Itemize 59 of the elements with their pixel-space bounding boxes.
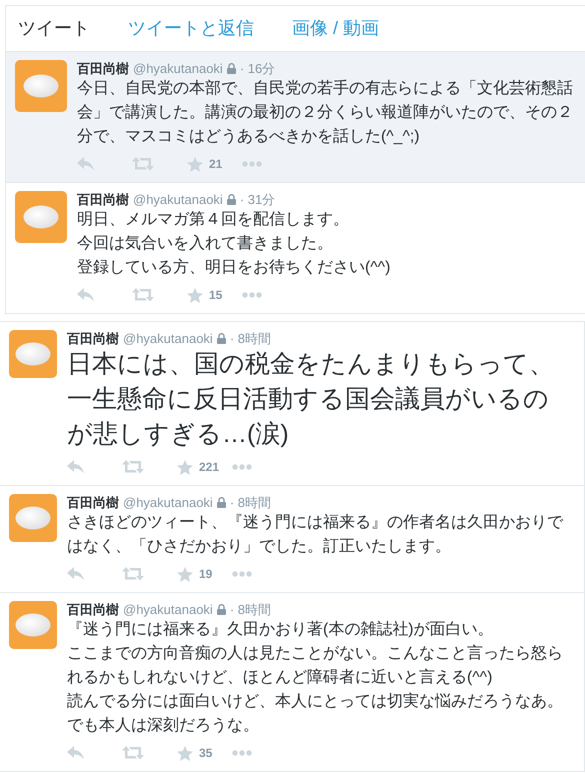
tweet-text: でも本人は深刻だろうな。 — [67, 716, 260, 736]
more-icon[interactable] — [232, 571, 252, 577]
favorite-count: 221 — [199, 459, 220, 476]
retweet-icon[interactable] — [122, 746, 144, 760]
favorite-count: 15 — [209, 287, 222, 304]
user-handle[interactable]: @hyakutanaoki — [123, 601, 213, 618]
favorite-count: 35 — [199, 745, 212, 762]
timestamp[interactable]: · 8時間 — [230, 494, 271, 511]
avatar[interactable] — [9, 330, 57, 378]
avatar[interactable] — [9, 494, 57, 542]
timestamp[interactable]: · 16分 — [240, 60, 276, 77]
favorite-icon[interactable] — [177, 566, 193, 582]
timestamp[interactable]: · 8時間 — [230, 330, 271, 347]
favorite-icon[interactable] — [177, 746, 193, 760]
tweet-card[interactable]: 百田尚樹 @hyakutanaoki · 16分 今日、自民党の本部で、自民党の若手の有志らによる「文化芸術懇話会」で講演した。講演の最初の２分くらい報道陣がいたので、その２分で、マスコミはどうあるべきかを話した(^_^;) 21 — [6, 52, 585, 183]
user-handle[interactable]: @hyakutanaoki — [133, 191, 223, 208]
retweet-icon[interactable] — [122, 567, 144, 581]
favorite-count: 21 — [209, 156, 222, 173]
user-name[interactable]: 百田尚樹 — [67, 330, 119, 347]
retweet-icon[interactable] — [122, 460, 144, 474]
favorite-icon[interactable] — [187, 156, 203, 172]
reply-icon[interactable] — [67, 746, 85, 760]
tweet-text: 今日、自民党の本部で、自民党の若手の有志らによる「文化芸術懇話会」で講演した。講演の最初の２分くらい報道陣がいたので、その２分で、マスコミはどうあるべきかを話した(^_^;) — [77, 78, 574, 147]
tweet-text: ここまでの方向音痴の人は見たことがない。こんなこと言ったら怒られるかもしれないけど、ほとんど障碍者に近いと言える(^^) — [67, 644, 564, 688]
user-name[interactable]: 百田尚樹 — [67, 494, 119, 511]
reply-icon[interactable] — [67, 460, 85, 474]
retweet-icon[interactable] — [132, 157, 154, 171]
tweet-text: 『迷う門には福来る』久田かおり著(本の雑誌社)が面白い。 — [67, 620, 495, 640]
favorite-icon[interactable] — [177, 460, 193, 474]
tab[interactable]: ツイート — [18, 15, 90, 42]
tweet-text: 読んでる分には面白いけど、本人にとっては切実な悩みだろうなあ。 — [67, 692, 564, 712]
favorite-icon[interactable] — [187, 288, 203, 302]
retweet-icon[interactable] — [132, 288, 154, 302]
tweet-text: 明日、メルマガ第４回を配信します。 — [77, 210, 350, 230]
user-handle[interactable]: @hyakutanaoki — [123, 494, 213, 511]
tab[interactable]: 画像 / 動画 — [292, 15, 380, 42]
user-handle[interactable]: @hyakutanaoki — [123, 330, 213, 347]
tweet-text: さきほどのツィート、『迷う門には福来る』の作者名は久田かおりではなく、「ひさだかおり」でした。訂正いたします。 — [67, 512, 564, 557]
avatar[interactable] — [9, 601, 57, 649]
tweet-text: 日本には、国の税金をたんまりもらって、一生懸命に反日活動する国会議員がいるのが悲しすぎる…(涙) — [67, 349, 555, 450]
reply-icon[interactable] — [77, 157, 95, 171]
more-icon[interactable] — [232, 464, 252, 470]
user-name[interactable]: 百田尚樹 — [67, 601, 119, 618]
tab[interactable]: ツイートと返信 — [128, 15, 254, 42]
avatar[interactable] — [15, 60, 67, 112]
user-name[interactable]: 百田尚樹 — [77, 60, 129, 77]
more-icon[interactable] — [242, 161, 262, 167]
reply-icon[interactable] — [67, 567, 85, 581]
avatar[interactable] — [15, 191, 67, 243]
tweet-text: 今回は気合いを入れて書きました。 — [77, 234, 334, 254]
more-icon[interactable] — [232, 750, 252, 756]
timestamp[interactable]: · 8時間 — [230, 601, 271, 618]
timestamp[interactable]: · 31分 — [240, 191, 276, 208]
tweet-text: 登録している方、明日をお待ちください(^^) — [77, 258, 392, 278]
more-icon[interactable] — [242, 292, 262, 298]
user-name[interactable]: 百田尚樹 — [77, 191, 129, 208]
favorite-count: 19 — [199, 566, 212, 583]
user-handle[interactable]: @hyakutanaoki — [133, 60, 223, 77]
reply-icon[interactable] — [77, 288, 95, 302]
